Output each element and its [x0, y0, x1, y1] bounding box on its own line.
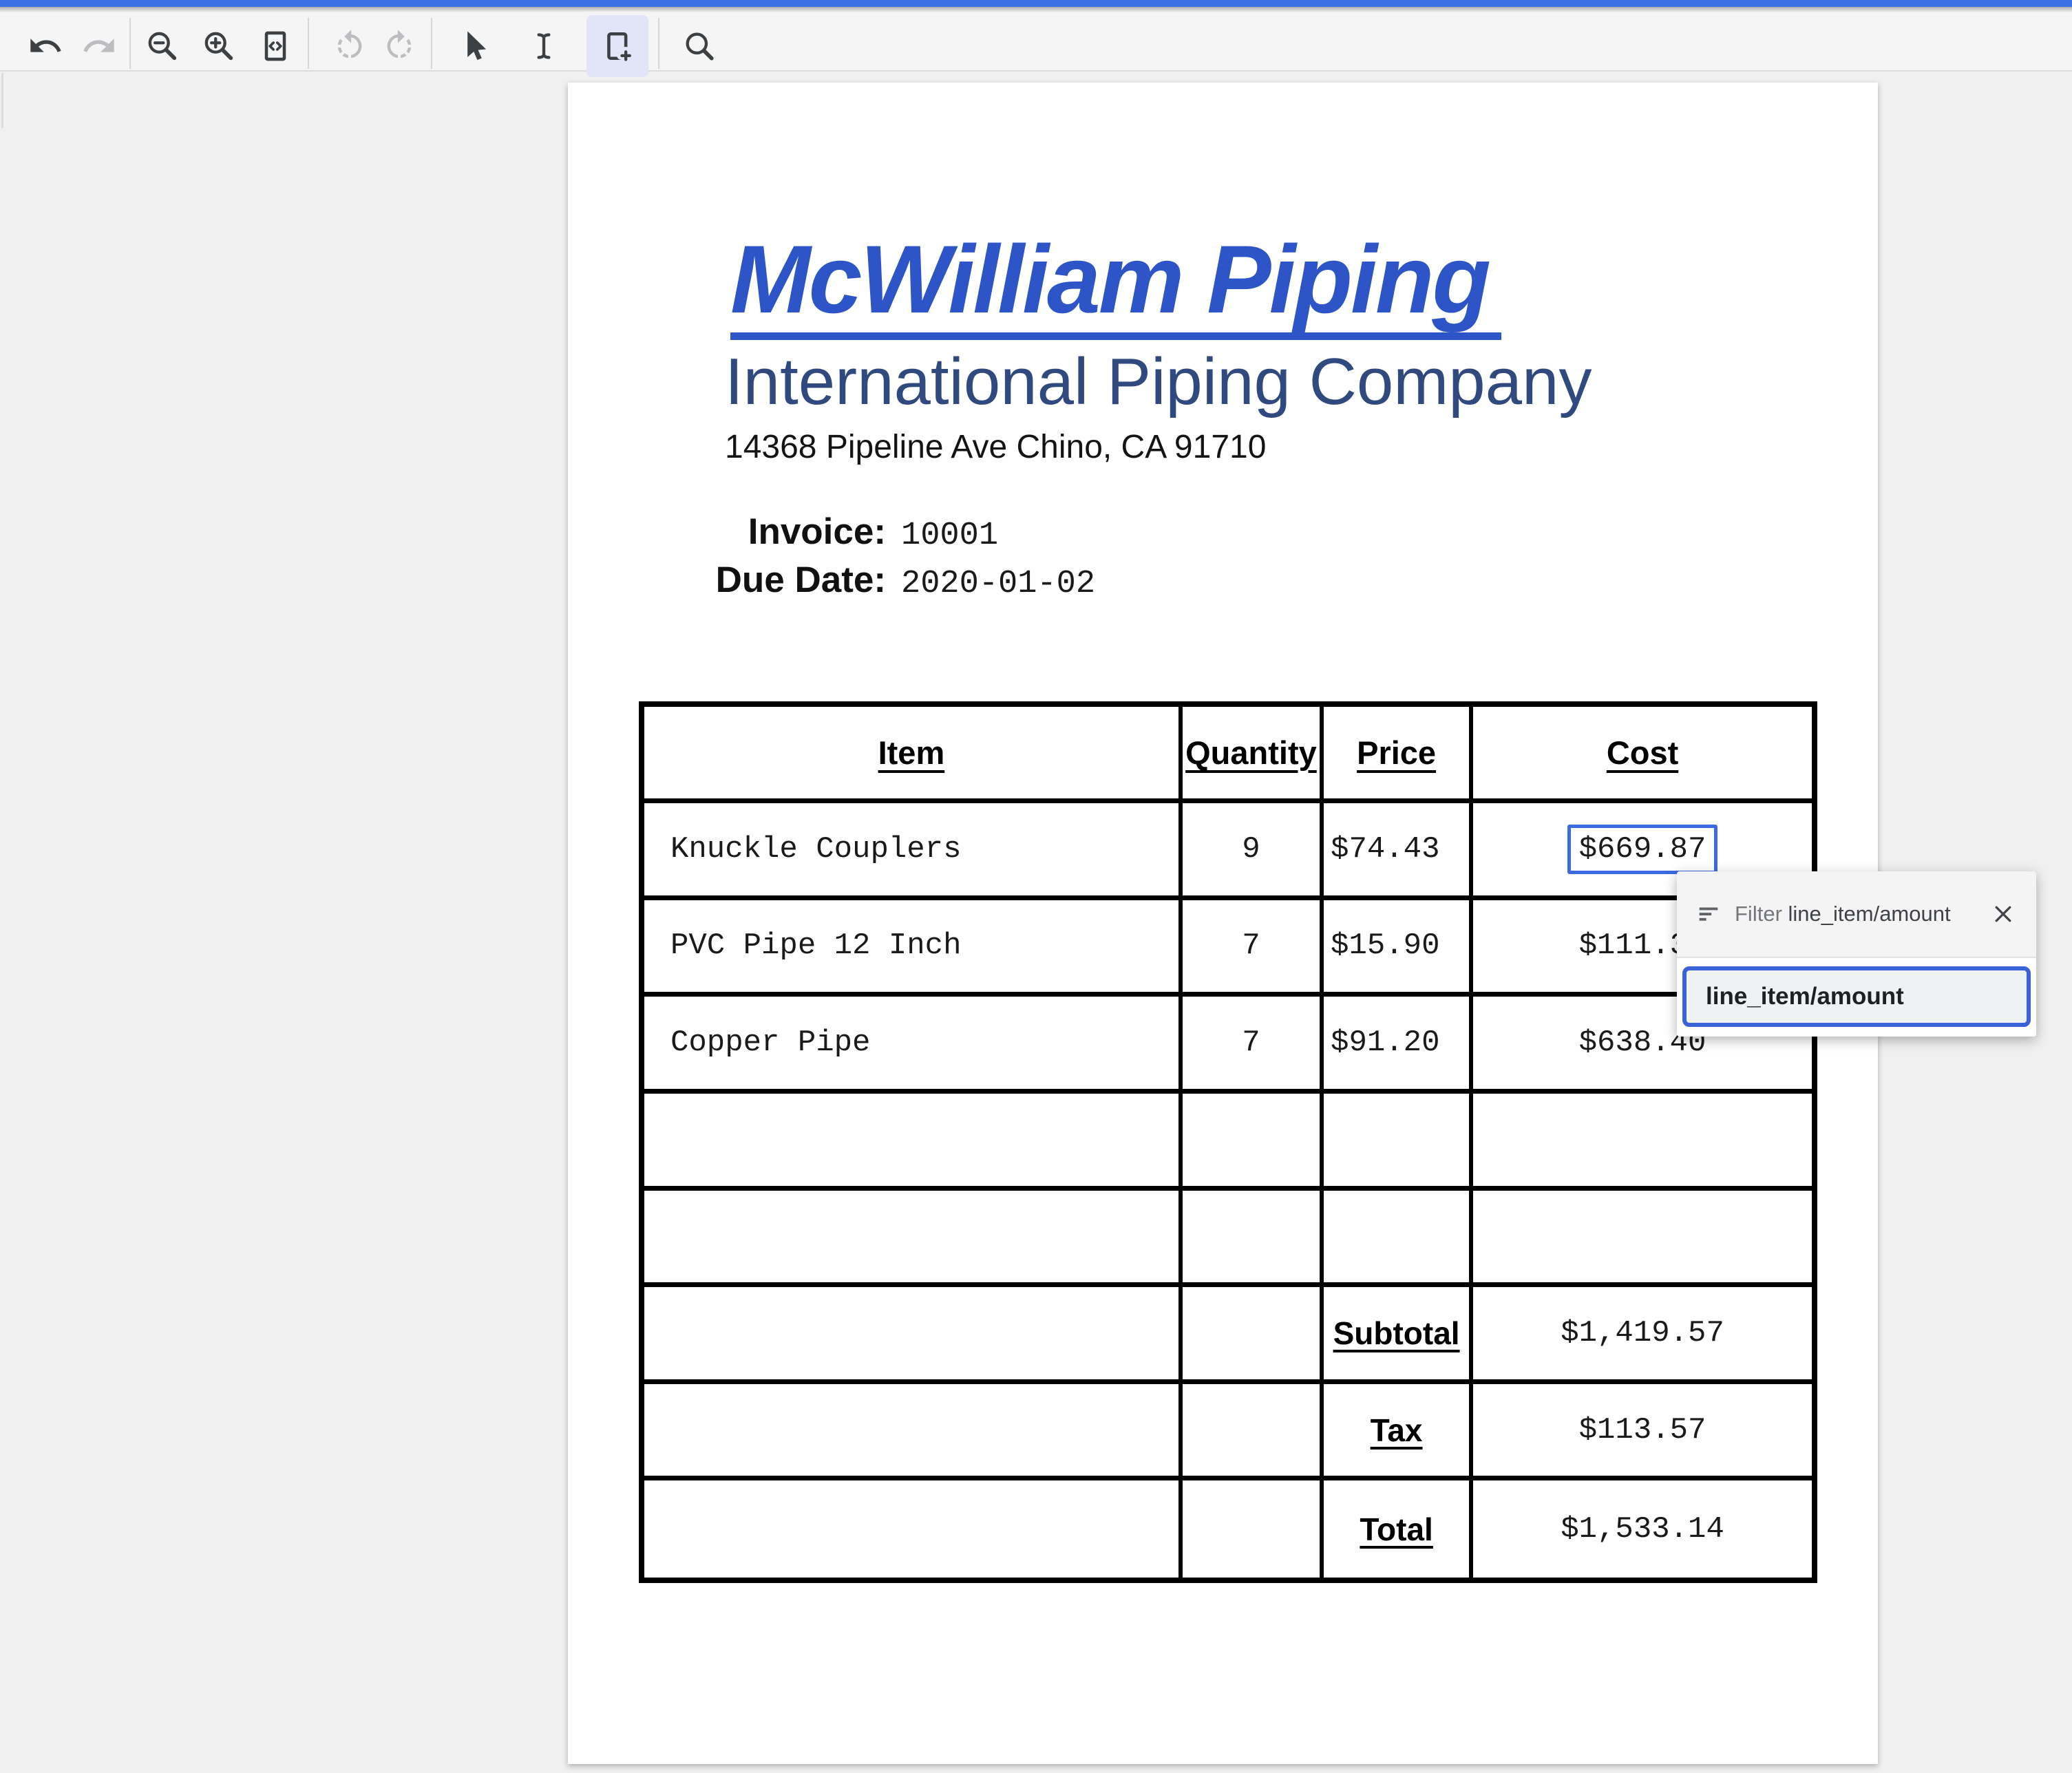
invoice-number-value: 10001: [901, 518, 998, 554]
column-header-item: Item: [644, 707, 1183, 803]
rotate-right-icon: [381, 28, 417, 64]
cell-quantity: 7: [1183, 900, 1324, 997]
cell-quantity: 7: [1183, 997, 1324, 1094]
redo-button[interactable]: [77, 24, 121, 68]
company-title: McWilliam Piping: [730, 229, 1501, 340]
fit-width-button[interactable]: [253, 24, 297, 68]
search-button[interactable]: [677, 24, 721, 68]
filter-icon: [1695, 900, 1722, 928]
column-header-cost: Cost: [1473, 707, 1812, 803]
add-region-icon: [600, 28, 635, 64]
rotate-left-icon: [332, 28, 368, 64]
label-option-line-item-amount[interactable]: line_item/amount: [1682, 966, 2031, 1027]
cell-empty: [644, 1480, 1183, 1578]
filter-popup-title: Filter line_item/amount: [1735, 902, 1988, 926]
cell-item: Knuckle Couplers: [644, 803, 1183, 900]
cell-price: $74.43: [1324, 803, 1473, 900]
cell-empty: [644, 1287, 1183, 1384]
due-date-label: Due Date:: [671, 559, 886, 601]
due-date-value: 2020-01-02: [901, 566, 1095, 602]
company-subtitle: International Piping Company: [725, 346, 1592, 418]
cell-quantity: 9: [1183, 803, 1324, 900]
invoice-fields: Invoice: 10001 Due Date: 2020-01-02: [671, 511, 1095, 607]
invoice-table: ItemQuantityPriceCost Knuckle Couplers9$7…: [639, 701, 1817, 1583]
close-icon: [1991, 902, 2016, 926]
summary-value-total: $1,533.14: [1473, 1480, 1812, 1578]
zoom-in-button[interactable]: [197, 24, 241, 68]
select-tool-button[interactable]: [453, 24, 497, 68]
collapsed-panel-edge: [1, 73, 3, 128]
fit-width-icon: [257, 28, 293, 64]
toolbar: [0, 7, 2072, 72]
selected-amount-annotation[interactable]: $669.87: [1567, 825, 1718, 874]
cell-price: $91.20: [1324, 997, 1473, 1094]
filter-popup-body: line_item/amount: [1677, 958, 2036, 1037]
cell-item: [644, 1191, 1183, 1288]
zoom-out-icon: [145, 28, 180, 64]
due-date-line: Due Date: 2020-01-02: [671, 559, 1095, 607]
cell-item: Copper Pipe: [644, 997, 1183, 1094]
zoom-in-icon: [201, 28, 237, 64]
toolbar-divider: [129, 18, 131, 69]
toolbar-divider: [431, 18, 432, 69]
cell-item: PVC Pipe 12 Inch: [644, 900, 1183, 997]
cell-empty: [1183, 1287, 1324, 1384]
column-header-quantity: Quantity: [1183, 707, 1324, 803]
toolbar-divider: [308, 18, 309, 69]
cell-cost: [1473, 1094, 1812, 1191]
cell-cost: [1473, 1191, 1812, 1288]
rotate-left-button[interactable]: [328, 24, 372, 68]
text-cursor-icon: [526, 28, 562, 64]
summary-value-tax: $113.57: [1473, 1384, 1812, 1481]
filter-popup-header: Filter line_item/amount: [1677, 871, 2036, 958]
zoom-out-button[interactable]: [140, 24, 184, 68]
invoice-number-label: Invoice:: [671, 511, 886, 553]
rotate-right-button[interactable]: [377, 24, 421, 68]
cell-empty: [1183, 1384, 1324, 1481]
summary-label-total: Total: [1324, 1480, 1473, 1578]
filter-target: line_item/amount: [1788, 902, 1951, 926]
summary-label-subtotal: Subtotal: [1324, 1287, 1473, 1384]
top-bar-shadow: [0, 7, 2072, 12]
undo-icon: [28, 28, 63, 64]
company-address: 14368 Pipeline Ave Chino, CA 91710: [725, 428, 1266, 466]
cursor-icon: [457, 28, 493, 64]
undo-button[interactable]: [23, 24, 67, 68]
cell-empty: [644, 1384, 1183, 1481]
filter-popup: Filter line_item/amount line_item/amount: [1677, 871, 2036, 1037]
redo-icon: [81, 28, 117, 64]
cell-price: [1324, 1094, 1473, 1191]
invoice-number-line: Invoice: 10001: [671, 511, 1095, 559]
filter-prefix: Filter: [1735, 902, 1782, 926]
cell-empty: [1183, 1480, 1324, 1578]
close-button[interactable]: [1988, 899, 2018, 929]
cell-item: [644, 1094, 1183, 1191]
cell-quantity: [1183, 1191, 1324, 1288]
search-icon: [681, 28, 717, 64]
column-header-price: Price: [1324, 707, 1473, 803]
toolbar-divider: [658, 18, 659, 69]
text-select-tool-button[interactable]: [522, 24, 566, 68]
cell-quantity: [1183, 1094, 1324, 1191]
cell-price: [1324, 1191, 1473, 1288]
summary-label-tax: Tax: [1324, 1384, 1473, 1481]
add-region-tool-button[interactable]: [586, 15, 648, 77]
summary-value-subtotal: $1,419.57: [1473, 1287, 1812, 1384]
cell-price: $15.90: [1324, 900, 1473, 997]
top-accent-bar: [0, 0, 2072, 7]
